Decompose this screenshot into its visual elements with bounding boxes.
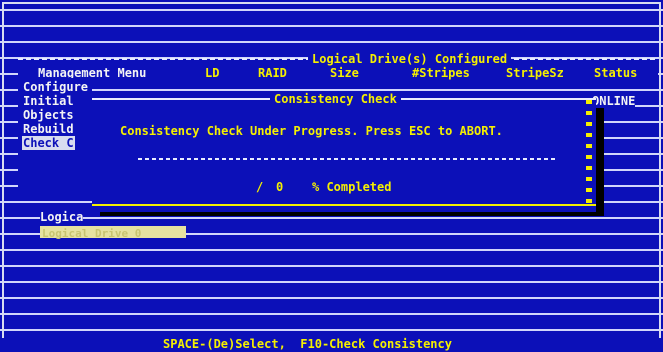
table-title: Logical Drive(s) Configured: [308, 52, 512, 66]
logical-drive-heading: Logica: [40, 210, 84, 224]
consistency-check-dialog: [92, 98, 596, 212]
column-raid: RAID: [258, 66, 287, 80]
column-size: Size: [330, 66, 359, 80]
dialog-message: Consistency Check Under Progress. Press …: [120, 124, 503, 138]
menu-item-configure[interactable]: Configure: [22, 80, 90, 94]
progress-prefix: /: [256, 180, 271, 194]
logical-drive-label: Logical Drive 0: [42, 227, 142, 240]
progress-bar-track: [138, 158, 558, 160]
progress-value: 0: [276, 180, 284, 194]
dialog-title: Consistency Check: [270, 92, 401, 106]
column-stripes: #Stripes: [412, 66, 470, 80]
dialog-right-border: [586, 100, 592, 204]
status-online: ONLINE: [592, 94, 636, 108]
logical-drive-selected[interactable]: Logical Drive 0: [40, 226, 186, 240]
menu-item-check-consistency[interactable]: Check C: [22, 136, 75, 150]
column-stripesz: StripeSz: [506, 66, 564, 80]
menu-item-rebuild[interactable]: Rebuild: [22, 122, 75, 136]
menu-item-initialize[interactable]: Initial: [22, 94, 75, 108]
column-status: Status: [594, 66, 638, 80]
footer-hint: SPACE-(De)Select, F10-Check Consistency: [160, 337, 455, 351]
dialog-bottom-border: [92, 204, 596, 206]
column-ld: LD: [205, 66, 220, 80]
dialog-shadow-right: [596, 108, 604, 216]
menu-item-objects[interactable]: Objects: [22, 108, 75, 122]
progress-label: % Completed: [312, 180, 392, 194]
